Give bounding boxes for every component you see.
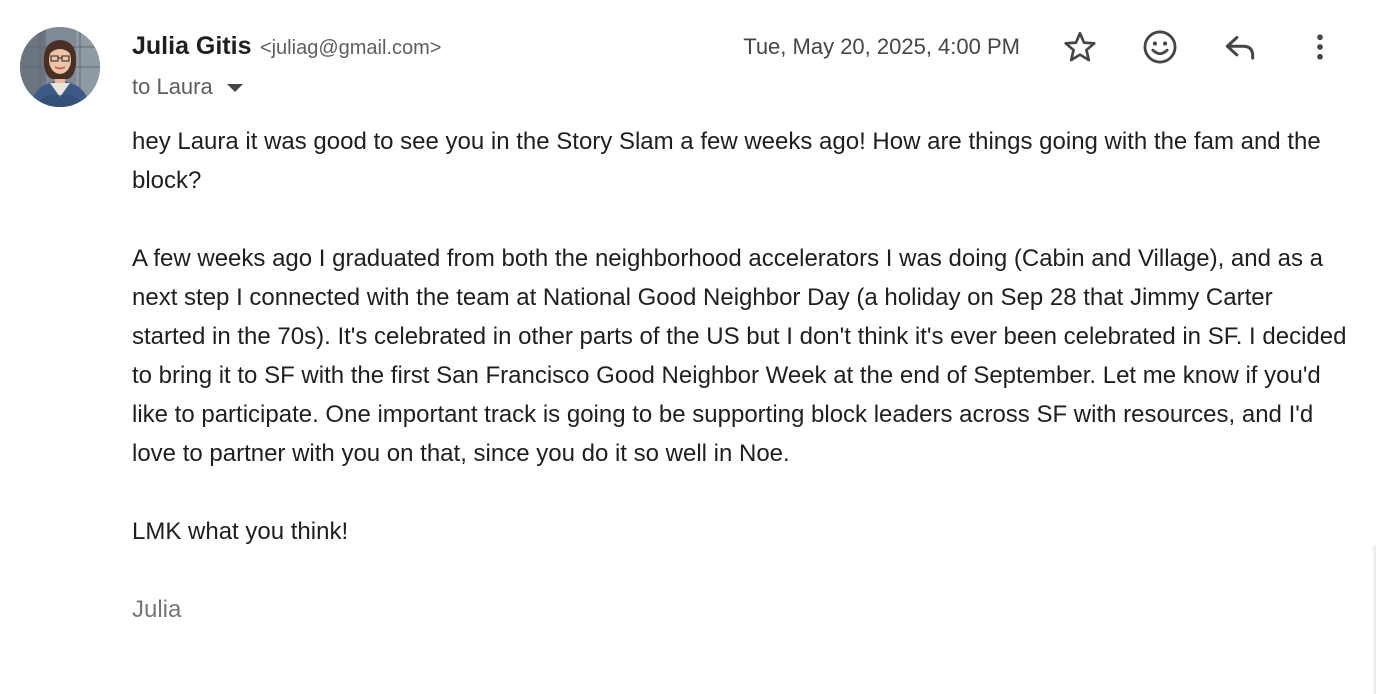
reply-icon xyxy=(1225,35,1255,60)
sender-email: <juliag@gmail.com> xyxy=(259,37,442,59)
star-button[interactable] xyxy=(1060,27,1100,67)
add-reaction-button[interactable] xyxy=(1140,27,1180,67)
more-options-button[interactable] xyxy=(1300,27,1340,67)
body-paragraph: A few weeks ago I graduated from both th… xyxy=(132,245,1347,467)
more-vert-icon xyxy=(1317,34,1323,60)
body-paragraph: LMK what you think! xyxy=(132,518,349,545)
sender-avatar[interactable] xyxy=(20,27,100,107)
recipient-details-toggle[interactable]: to Laura xyxy=(132,72,243,102)
star-icon xyxy=(1064,31,1096,62)
reply-button[interactable] xyxy=(1220,27,1260,67)
scrollbar-edge[interactable] xyxy=(1372,545,1376,694)
message-body: hey Laura it was good to see you in the … xyxy=(132,122,1347,629)
emoji-icon xyxy=(1143,30,1177,64)
signature: Julia xyxy=(132,596,182,623)
avatar-photo xyxy=(20,27,100,107)
sender-name[interactable]: Julia Gitis xyxy=(132,32,251,60)
recipient-label: to Laura xyxy=(132,74,213,99)
message-date: Tue, May 20, 2025, 4:00 PM xyxy=(743,34,1020,59)
chevron-down-icon[interactable] xyxy=(226,84,243,92)
body-paragraph: hey Laura it was good to see you in the … xyxy=(132,128,1321,194)
sender-info: Julia Gitis <juliag@gmail.com> xyxy=(132,29,441,67)
email-message: Julia Gitis <juliag@gmail.com> to Laura … xyxy=(0,0,1376,694)
